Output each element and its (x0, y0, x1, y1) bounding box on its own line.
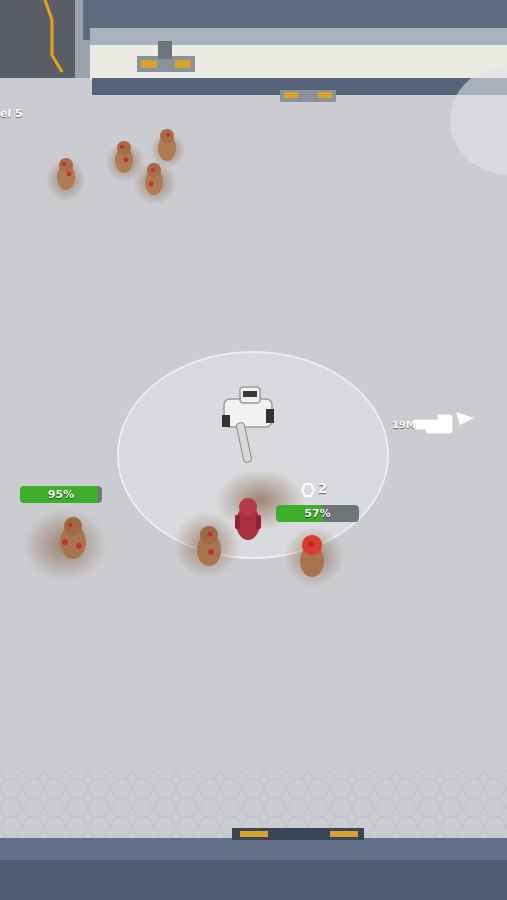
player-progress-bar: 57% (276, 505, 359, 522)
top-left-room (0, 0, 90, 78)
zombie (197, 526, 221, 566)
top-building (83, 0, 507, 102)
game-viewport[interactable]: el 5 19M 2 95% 57% (0, 0, 507, 900)
zombie (300, 535, 324, 577)
kill-count: 2 (318, 482, 328, 497)
level-label: el 5 (0, 107, 23, 120)
zombie-health-bar: 95% (20, 486, 102, 503)
health-percent: 95% (47, 488, 75, 501)
objective-distance: 19M (392, 420, 416, 431)
zombie (158, 129, 176, 161)
zombie (145, 163, 163, 195)
zombie (57, 158, 75, 190)
progress-percent: 57% (304, 507, 331, 520)
bottom-wall (0, 828, 507, 900)
zombie (115, 141, 133, 173)
game-world (0, 0, 507, 900)
